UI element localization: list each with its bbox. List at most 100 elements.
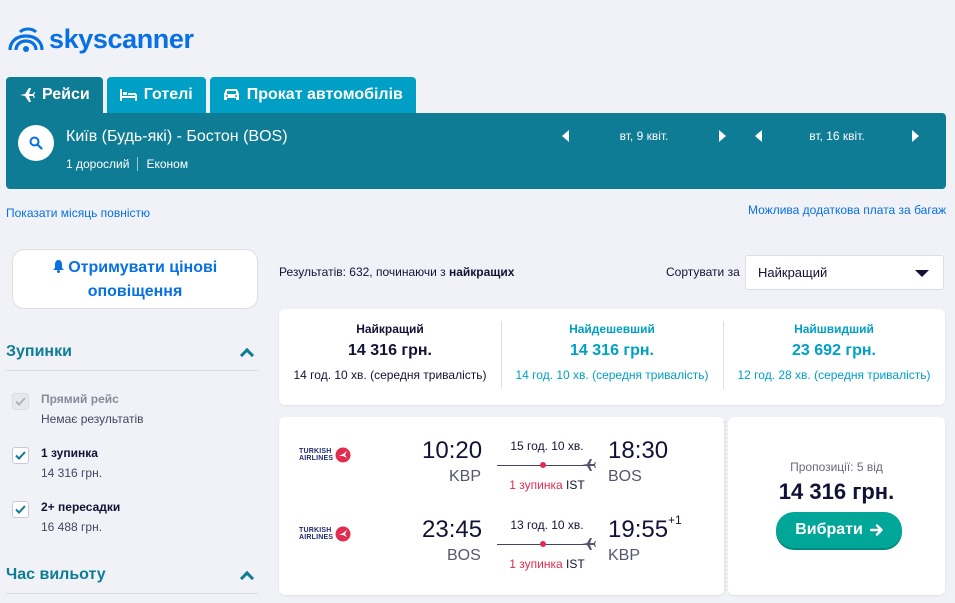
depart-date-picker: вт, 9 квіт. xyxy=(562,129,726,143)
flight-duration: 13 год. 10 хв. xyxy=(510,518,584,532)
next-return-date-icon[interactable] xyxy=(912,130,919,142)
sort-tab-fastest[interactable]: Найшвидший 23 692 грн. 12 год. 28 хв. (с… xyxy=(723,309,945,405)
bell-icon xyxy=(52,260,64,273)
baggage-fee-link[interactable]: Можлива додаткова плата за багаж xyxy=(748,203,946,217)
divider xyxy=(6,593,258,594)
results-count-bold: найкращих xyxy=(449,265,515,279)
checkbox-two-plus[interactable] xyxy=(12,501,29,518)
stop-option-one: 1 зупинка 14 316 грн. xyxy=(12,446,102,480)
car-icon xyxy=(223,89,239,100)
search-icon xyxy=(29,136,43,150)
return-leg: TURKISH AIRLINES 23:45 BOS 13 год. 10 хв… xyxy=(279,496,724,576)
select-flight-button[interactable]: Вибрати xyxy=(776,512,902,548)
chevron-up-icon xyxy=(239,570,255,586)
sort-tab-title: Найдешевший xyxy=(569,322,655,336)
sort-tab-duration: 14 год. 10 хв. (середня тривалість) xyxy=(515,368,709,382)
price-alert-label: Отримувати цінові оповіщення xyxy=(68,259,218,300)
airline-logo: TURKISH AIRLINES xyxy=(299,447,355,463)
departure-airport: BOS xyxy=(447,547,481,564)
cabin-text: Економ xyxy=(146,157,189,171)
stop-sub: Немає результатів xyxy=(41,412,144,426)
stop-airport: IST xyxy=(566,478,585,492)
stop-sub: 14 316 грн. xyxy=(41,466,103,480)
stop-sub: 16 488 грн. xyxy=(41,520,103,534)
show-whole-month-link[interactable]: Показати місяць повністю xyxy=(6,206,150,220)
plane-icon xyxy=(582,538,596,550)
next-day-indicator: +1 xyxy=(668,513,682,527)
results-count-prefix: Результатів: 632, починаючи з xyxy=(279,265,449,279)
search-summary-bar: Київ (Будь-які) - Бостон (BOS) 1 доросли… xyxy=(6,113,946,189)
airline-name-line1: TURKISH xyxy=(299,448,332,455)
check-icon xyxy=(15,397,26,406)
tab-label: Прокат автомобілів xyxy=(246,86,403,103)
ticket-price-panel: Пропозиції: 5 від 14 316 грн. Вибрати xyxy=(728,417,945,595)
stop-dot xyxy=(540,462,546,468)
arrival-airport: BOS xyxy=(608,468,642,485)
turkish-airlines-icon xyxy=(335,447,351,463)
stop-option-two-plus: 2+ пересадки 16 488 грн. xyxy=(12,500,120,534)
sort-select[interactable]: Найкращий xyxy=(745,255,944,290)
next-depart-date-icon[interactable] xyxy=(719,130,726,142)
prev-return-date-icon[interactable] xyxy=(755,130,762,142)
sort-tab-best[interactable]: Найкращий 14 316 грн. 14 год. 10 хв. (се… xyxy=(279,309,501,405)
sort-tab-title: Найшвидший xyxy=(794,322,874,336)
stops-filter-header[interactable]: Зупинки xyxy=(6,343,258,363)
skyscanner-cloud-icon xyxy=(8,27,44,52)
price-alert-button[interactable]: Отримувати цінові оповіщення xyxy=(12,249,258,309)
edit-search-button[interactable] xyxy=(18,125,54,161)
divider xyxy=(6,370,258,371)
sort-tab-price: 14 316 грн. xyxy=(348,342,432,359)
skyscanner-logo[interactable]: skyscanner xyxy=(6,22,194,56)
departure-time: 10:20 xyxy=(422,437,483,464)
stop-option-direct: Прямий рейс Немає результатів xyxy=(12,392,144,426)
check-icon xyxy=(15,505,26,514)
tab-flights[interactable]: Рейси xyxy=(6,77,103,113)
flight-ticket[interactable]: TURKISH AIRLINES 10:20 KBP 15 год. 10 хв… xyxy=(279,417,945,595)
plane-icon xyxy=(582,459,596,471)
ticket-price: 14 316 грн. xyxy=(778,479,895,504)
departure-time-title: Час вильоту xyxy=(6,566,106,583)
check-icon xyxy=(15,451,26,460)
turkish-airlines-icon xyxy=(335,526,351,542)
return-date[interactable]: вт, 16 квіт. xyxy=(762,129,912,143)
tab-hotels[interactable]: Готелі xyxy=(106,77,206,113)
sort-tab-price: 14 316 грн. xyxy=(570,342,654,359)
depart-date[interactable]: вт, 9 квіт. xyxy=(569,129,719,143)
passengers-text: 1 дорослий xyxy=(66,157,130,171)
bed-icon xyxy=(119,89,137,101)
chevron-up-icon xyxy=(239,347,255,363)
logo-text: skyscanner xyxy=(49,23,194,54)
offers-count: Пропозиції: 5 від xyxy=(790,460,883,474)
sort-tab-duration: 12 год. 28 хв. (середня тривалість) xyxy=(737,368,931,382)
airline-name-line2: AIRLINES xyxy=(299,455,334,462)
prev-depart-date-icon[interactable] xyxy=(562,130,569,142)
stop-label: 2+ пересадки xyxy=(41,500,121,514)
departure-time-filter-header[interactable]: Час вильоту xyxy=(6,566,258,586)
airline-name-line1: TURKISH xyxy=(299,527,332,534)
sort-tab-price: 23 692 грн. xyxy=(792,342,876,359)
results-count: Результатів: 632, починаючи з найкращих xyxy=(279,265,514,279)
arrival-time: 19:55 xyxy=(608,516,669,543)
sort-tab-cheapest[interactable]: Найдешевший 14 316 грн. 14 год. 10 хв. (… xyxy=(501,309,723,405)
route-text[interactable]: Київ (Будь-які) - Бостон (BOS) xyxy=(66,128,288,146)
stop-dot xyxy=(540,541,546,547)
airline-name-line2: AIRLINES xyxy=(299,534,334,541)
stop-label: Прямий рейс xyxy=(41,392,119,406)
checkbox-one-stop[interactable] xyxy=(12,447,29,464)
stops-filter-title: Зупинки xyxy=(6,343,72,360)
checkbox-direct[interactable] xyxy=(12,393,29,410)
tab-car-hire[interactable]: Прокат автомобілів xyxy=(209,77,416,113)
passenger-cabin-info[interactable]: 1 дорослий Економ xyxy=(66,157,188,171)
arrow-right-icon xyxy=(869,524,883,536)
departure-airport: KBP xyxy=(449,468,482,485)
divider xyxy=(137,157,139,171)
plane-icon xyxy=(20,88,35,102)
sort-tab-duration: 14 год. 10 хв. (середня тривалість) xyxy=(293,368,487,382)
airline-logo: TURKISH AIRLINES xyxy=(299,526,355,542)
tab-label: Готелі xyxy=(143,86,193,103)
stops-count: 1 зупинка xyxy=(509,557,563,571)
ticket-itinerary[interactable]: TURKISH AIRLINES 10:20 KBP 15 год. 10 хв… xyxy=(279,417,724,595)
return-date-picker: вт, 16 квіт. xyxy=(755,129,919,143)
sort-tab-title: Найкращий xyxy=(356,322,424,336)
flight-duration: 15 год. 10 хв. xyxy=(510,439,584,453)
